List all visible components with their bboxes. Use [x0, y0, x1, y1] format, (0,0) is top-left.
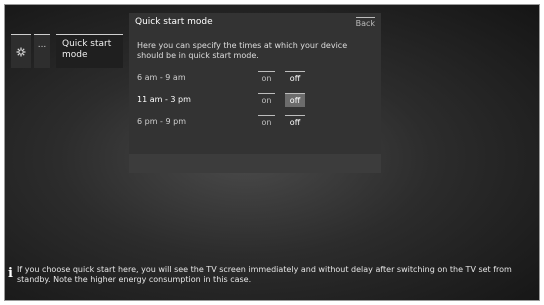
settings-button[interactable]: [11, 34, 31, 68]
off-option-focused[interactable]: off: [285, 93, 305, 107]
ellipsis-icon: ...: [37, 40, 47, 50]
on-option[interactable]: on: [258, 71, 275, 85]
gear-icon: [16, 47, 26, 56]
dialog-body: Quick start mode Back Here you can speci…: [129, 13, 381, 154]
on-option[interactable]: on: [258, 93, 275, 107]
time-slot-label: 11 am - 3 pm: [137, 95, 191, 104]
dialog-description: Here you can specify the times at which …: [137, 41, 348, 60]
info-icon: i: [8, 266, 13, 281]
time-slot-row-2: 11 am - 3 pm on off: [137, 93, 337, 107]
quick-start-dialog: Quick start mode Back Here you can speci…: [129, 13, 381, 173]
dialog-title: Quick start mode: [135, 17, 213, 27]
time-slot-label: 6 pm - 9 pm: [137, 117, 186, 126]
more-button[interactable]: ...: [34, 34, 50, 68]
breadcrumb-quick-start[interactable]: Quick start mode: [56, 34, 123, 68]
time-slot-row-3: 6 pm - 9 pm on off: [137, 115, 337, 129]
breadcrumb-label: Quick start mode: [62, 39, 112, 60]
tv-screen: ... Quick start mode Quick start mode Ba…: [4, 4, 540, 301]
time-slot-label: 6 am - 9 am: [137, 73, 186, 82]
info-footer: i If you choose quick start here, you wi…: [8, 265, 538, 285]
back-button[interactable]: Back: [355, 17, 375, 28]
time-slot-row-1: 6 am - 9 am on off: [137, 71, 337, 85]
info-text: If you choose quick start here, you will…: [17, 265, 512, 284]
off-option[interactable]: off: [285, 71, 305, 85]
off-option[interactable]: off: [285, 115, 305, 129]
on-option[interactable]: on: [258, 115, 275, 129]
